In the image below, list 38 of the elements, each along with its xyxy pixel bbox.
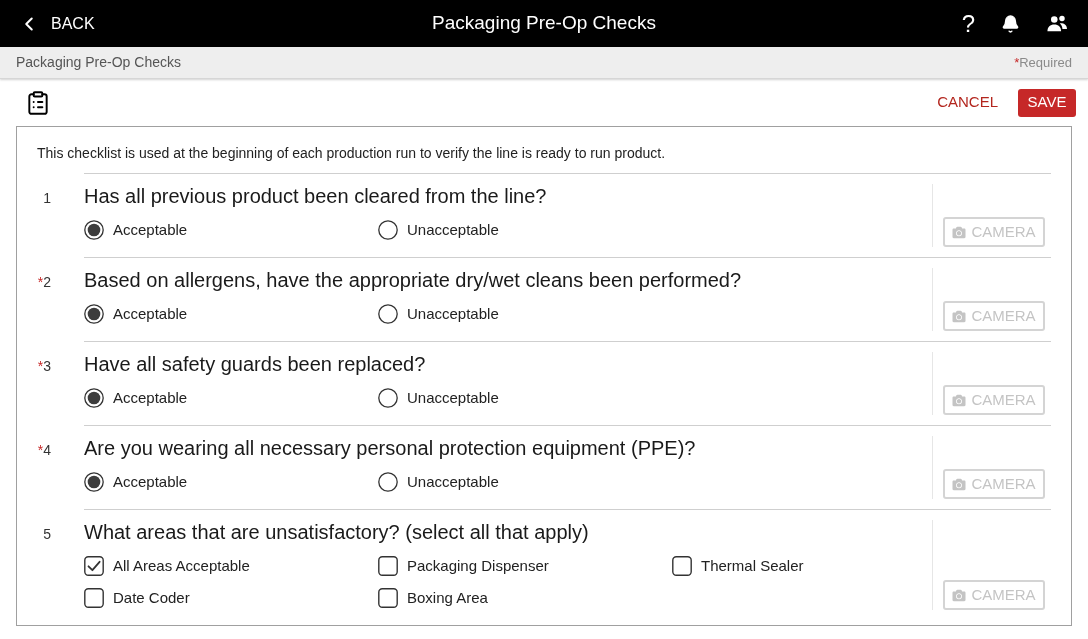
camera-icon [952, 309, 967, 323]
camera-icon [952, 393, 967, 407]
radio-option[interactable]: Acceptable [84, 388, 188, 408]
radio-option[interactable]: Acceptable [84, 220, 188, 240]
checkbox-option[interactable]: All Areas Acceptable [84, 556, 250, 576]
required-note: *Required [1014, 53, 1072, 72]
save-button[interactable]: SAVE [1018, 88, 1076, 117]
camera-icon [952, 588, 967, 602]
checkbox-option[interactable]: Thermal Sealer [672, 556, 804, 576]
notifications-icon[interactable] [1001, 13, 1020, 34]
question-text: Have all safety guards been replaced? [84, 352, 427, 376]
help-button[interactable]: ? [961, 10, 975, 37]
radio-option[interactable]: Unacceptable [378, 472, 499, 492]
camera-icon [952, 225, 967, 239]
checkbox-option[interactable]: Date Coder [84, 588, 190, 608]
radio-option[interactable]: Acceptable [84, 472, 188, 492]
radio-option[interactable]: Acceptable [84, 304, 188, 324]
question-text: Based on allergens, have the appropriate dry/wet cleans been performed? [84, 268, 743, 292]
question-number: *2 [37, 274, 51, 290]
question-text: Are you wearing all necessary personal protection equipment (PPE)? [84, 436, 697, 460]
question-number: 5 [43, 526, 51, 542]
checkbox-option[interactable]: Boxing Area [378, 588, 488, 608]
question-number: *4 [37, 442, 51, 458]
radio-option[interactable]: Unacceptable [378, 220, 499, 240]
radio-option[interactable]: Unacceptable [378, 388, 499, 408]
question-text: Has all previous product been cleared from the line? [84, 184, 548, 208]
radio-option[interactable]: Unacceptable [378, 304, 499, 324]
back-button[interactable]: BACK [18, 10, 95, 37]
people-icon[interactable] [1046, 13, 1068, 34]
checklist-description: This checklist is used at the beginning of each production run to verify the line is ready to run product. [36, 144, 667, 163]
breadcrumb-text: Packaging Pre-Op Checks [16, 53, 181, 72]
camera-icon [952, 477, 967, 491]
cancel-button[interactable]: CANCEL [931, 88, 1004, 117]
question-number: *3 [37, 358, 51, 374]
question-text: What areas that are unsatisfactory? (select all that apply) [84, 520, 590, 544]
question-number: 1 [43, 190, 51, 206]
checkbox-option[interactable]: Packaging Dispenser [378, 556, 549, 576]
page-title: Packaging Pre-Op Checks [432, 11, 656, 36]
